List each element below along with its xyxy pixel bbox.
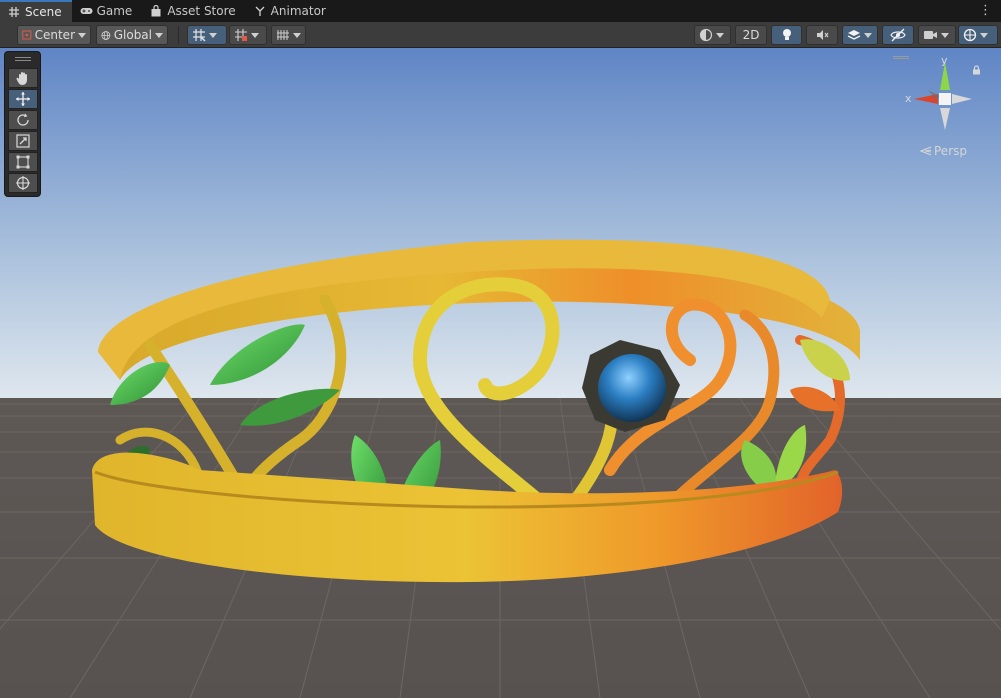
transform-combined-icon: [16, 176, 30, 190]
tab-animator-label: Animator: [270, 4, 326, 18]
tab-asset-store[interactable]: Asset Store: [142, 0, 245, 22]
scene-viewport[interactable]: [0, 48, 1001, 698]
tab-animator[interactable]: Animator: [246, 0, 336, 22]
camera-icon: [924, 31, 937, 39]
move-tool-button[interactable]: [8, 89, 38, 109]
scene-visibility-toggle[interactable]: [882, 25, 914, 45]
more-options-icon[interactable]: ⋮: [979, 3, 992, 18]
pivot-rotation-dropdown[interactable]: Global: [96, 25, 168, 45]
lighting-toggle[interactable]: [771, 25, 802, 45]
chevron-down-icon: [716, 32, 724, 38]
chevron-down-icon: [980, 32, 988, 38]
grid-snap-icon: [193, 29, 206, 42]
palette-drag-handle[interactable]: [15, 57, 31, 61]
pivot-mode-label: Center: [34, 28, 75, 42]
transform-tool-button[interactable]: [8, 173, 38, 193]
chevron-down-icon: [864, 32, 872, 38]
rotate-tool-button[interactable]: [8, 110, 38, 130]
eye-hidden-icon: [890, 28, 906, 42]
tab-scene-label: Scene: [25, 5, 62, 19]
rect-transform-icon: [16, 155, 30, 169]
globe-icon: [101, 30, 111, 40]
gizmo-axis-x-label: x: [905, 92, 912, 105]
snap-magnet-icon: [235, 29, 247, 41]
store-bag-icon: [150, 4, 162, 17]
tool-palette: [4, 51, 41, 197]
gamepad-icon: [80, 5, 93, 17]
toolbar-divider: [178, 26, 179, 44]
rect-tool-button[interactable]: [8, 152, 38, 172]
grid-visibility-button[interactable]: [271, 25, 306, 45]
scene-toolbar: Center Global 2D: [0, 22, 1001, 48]
rotate-icon: [17, 113, 29, 126]
gizmos-button[interactable]: [958, 25, 998, 45]
shading-sphere-icon: [699, 28, 713, 42]
layers-effects-icon: [847, 30, 861, 40]
chevron-down-icon: [251, 32, 259, 38]
audio-mute-icon: [817, 30, 829, 40]
tab-game[interactable]: Game: [72, 0, 143, 22]
scene-camera-button[interactable]: [918, 25, 956, 45]
pivot-rotation-label: Global: [113, 28, 152, 42]
chevron-down-icon: [155, 32, 163, 38]
effects-toggle[interactable]: [842, 25, 878, 45]
perspective-icon: [920, 146, 932, 156]
projection-label: Persp: [934, 144, 967, 158]
tab-scene[interactable]: Scene: [0, 0, 72, 22]
increment-snap-button[interactable]: [229, 25, 267, 45]
tab-game-label: Game: [96, 4, 133, 18]
chevron-down-icon: [209, 32, 217, 38]
chevron-down-icon: [78, 32, 86, 38]
grid-plane-icon: [277, 30, 289, 40]
chevron-down-icon: [941, 32, 949, 38]
draw-mode-button[interactable]: [694, 25, 731, 45]
grid-icon: [8, 6, 20, 18]
tab-asset-store-label: Asset Store: [167, 4, 236, 18]
chevron-down-icon: [293, 32, 301, 38]
pivot-mode-dropdown[interactable]: Center: [17, 25, 91, 45]
move-arrows-icon: [16, 92, 30, 106]
pivot-center-icon: [22, 30, 32, 40]
grid-snapping-button[interactable]: [187, 25, 227, 45]
scale-tool-button[interactable]: [8, 131, 38, 151]
view-tool-button[interactable]: [8, 68, 38, 88]
projection-toggle[interactable]: Persp: [920, 144, 967, 158]
editor-tab-bar: Scene Game Asset Store Animator ⋮: [0, 0, 1001, 22]
audio-toggle[interactable]: [806, 25, 838, 45]
animator-icon: [254, 5, 266, 17]
lightbulb-icon: [782, 29, 791, 40]
scene-render: [0, 48, 1001, 698]
view-2d-toggle[interactable]: 2D: [735, 25, 767, 45]
scale-icon: [16, 134, 30, 148]
gizmo-axis-y-label: y: [941, 54, 948, 67]
gizmo-sphere-icon: [963, 28, 977, 42]
view-2d-label: 2D: [742, 28, 760, 42]
hand-icon: [16, 72, 27, 85]
